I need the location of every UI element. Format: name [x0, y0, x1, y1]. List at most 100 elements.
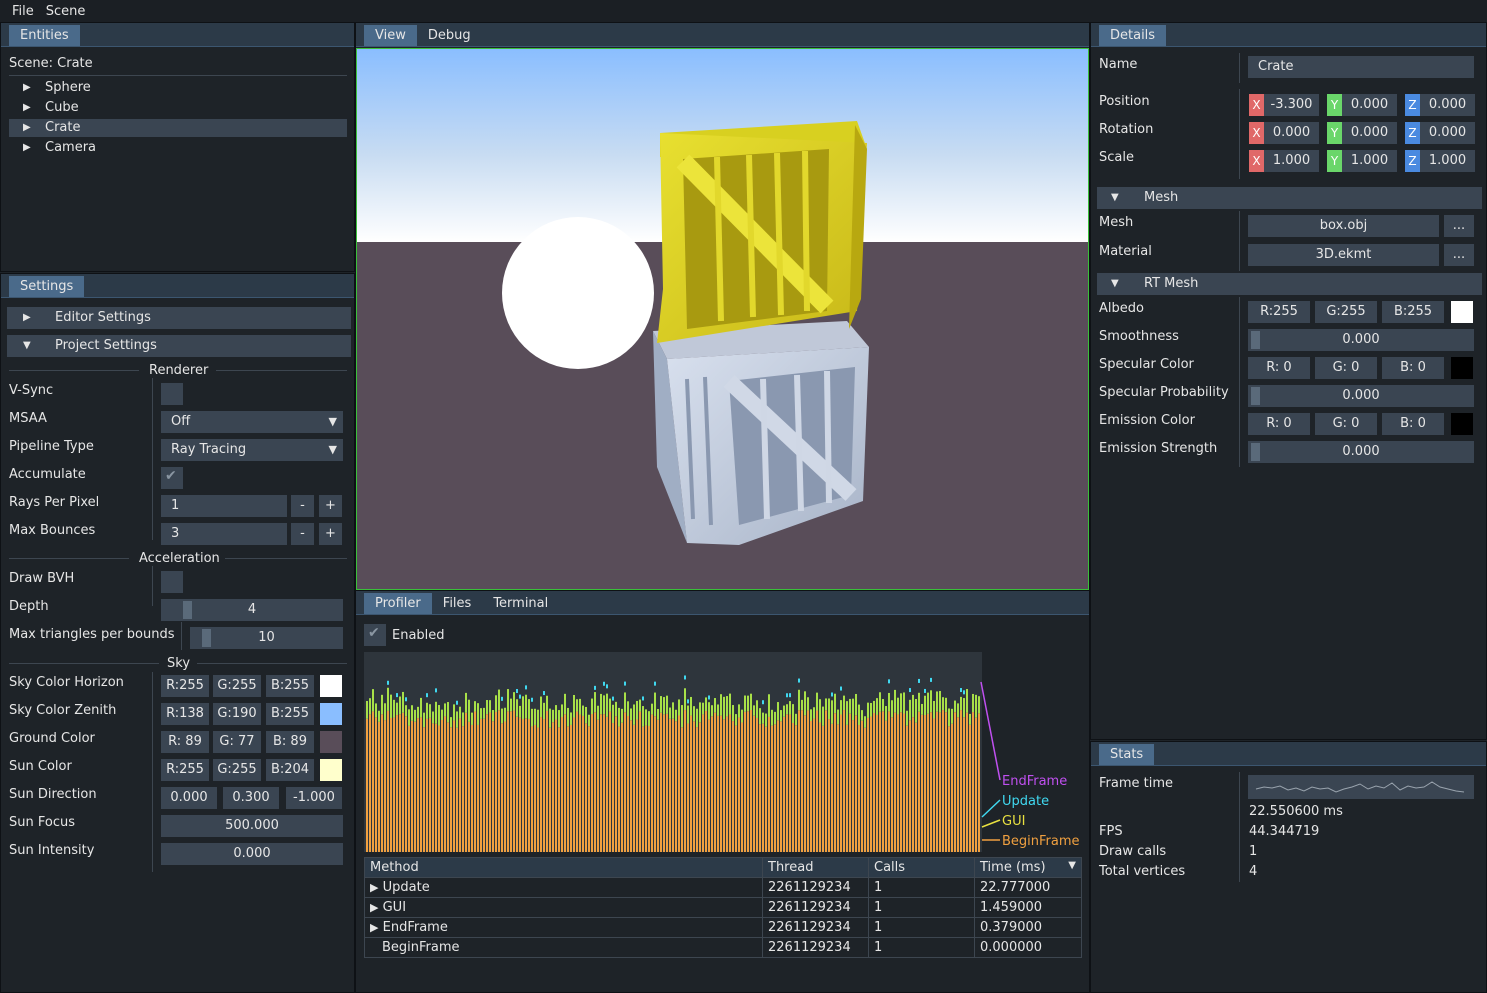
editor-settings-header[interactable]: ▶ Editor Settings [7, 307, 351, 329]
vsync-checkbox[interactable] [161, 383, 183, 405]
position-x[interactable]: -3.300 [1264, 94, 1319, 116]
bounces-plus-button[interactable]: + [319, 523, 342, 545]
albedo-swatch[interactable] [1451, 301, 1473, 323]
scale-y[interactable]: 1.000 [1342, 150, 1397, 172]
slider-grab[interactable] [183, 601, 192, 619]
position-z[interactable]: 0.000 [1420, 94, 1475, 116]
sun-intensity-input[interactable]: 0.000 [161, 843, 343, 865]
tree-item-sphere[interactable]: ▶ Sphere [9, 79, 347, 97]
mesh-input[interactable]: box.obj [1248, 215, 1439, 237]
spec-color-b[interactable]: B: 0 [1382, 357, 1444, 379]
menu-file[interactable]: File [6, 4, 40, 19]
spec-color-swatch[interactable] [1451, 357, 1473, 379]
emission-strength-slider[interactable]: 0.000 [1248, 441, 1474, 463]
tab-stats[interactable]: Stats [1099, 744, 1155, 765]
sky-zenith-r[interactable]: R:138 [161, 703, 209, 725]
sky-horizon-g[interactable]: G:255 [213, 675, 261, 697]
sky-zenith-swatch[interactable] [320, 703, 342, 725]
spec-color-r[interactable]: R: 0 [1248, 357, 1310, 379]
scene-viewport[interactable] [356, 48, 1089, 590]
tab-debug[interactable]: Debug [417, 25, 482, 46]
ground-g[interactable]: G: 77 [213, 731, 261, 753]
col-calls[interactable]: Calls [868, 857, 975, 878]
name-input[interactable]: Crate [1248, 56, 1474, 78]
table-row[interactable]: BeginFrame 2261129234 1 0.000000 [364, 937, 1082, 958]
depth-slider[interactable]: 4 [161, 599, 343, 621]
rays-minus-button[interactable]: - [291, 495, 314, 517]
slider-grab[interactable] [1251, 443, 1260, 461]
spec-color-g[interactable]: G: 0 [1315, 357, 1377, 379]
mesh-browse-button[interactable]: ... [1444, 215, 1474, 237]
tree-item-cube[interactable]: ▶ Cube [9, 99, 347, 117]
sky-horizon-swatch[interactable] [320, 675, 342, 697]
msaa-select[interactable]: Off ▼ [161, 411, 343, 433]
menu-scene[interactable]: Scene [40, 4, 92, 19]
maxtri-slider[interactable]: 10 [190, 627, 343, 649]
tab-terminal[interactable]: Terminal [482, 593, 559, 614]
bounces-input[interactable]: 3 [161, 523, 287, 545]
pipeline-select[interactable]: Ray Tracing ▼ [161, 439, 343, 461]
position-y[interactable]: 0.000 [1342, 94, 1397, 116]
rotation-x[interactable]: 0.000 [1264, 122, 1319, 144]
expand-icon[interactable]: ▶ [370, 921, 378, 934]
expand-icon[interactable]: ▶ [370, 901, 378, 914]
ground-r[interactable]: R: 89 [161, 731, 209, 753]
sun-dir-x[interactable]: 0.000 [161, 787, 217, 809]
ground-b[interactable]: B: 89 [266, 731, 314, 753]
emission-color-r[interactable]: R: 0 [1248, 413, 1310, 435]
emission-color-b[interactable]: B: 0 [1382, 413, 1444, 435]
tab-entities[interactable]: Entities [9, 25, 80, 46]
rays-plus-button[interactable]: + [319, 495, 342, 517]
material-input[interactable]: 3D.ekmt [1248, 244, 1439, 266]
sky-zenith-g[interactable]: G:190 [213, 703, 261, 725]
albedo-g[interactable]: G:255 [1315, 301, 1377, 323]
accumulate-checkbox[interactable]: ✔ [161, 467, 183, 489]
sun-color-r[interactable]: R:255 [161, 759, 209, 781]
albedo-r[interactable]: R:255 [1248, 301, 1310, 323]
ground-swatch[interactable] [320, 731, 342, 753]
rotation-z[interactable]: 0.000 [1420, 122, 1475, 144]
table-row[interactable]: ▶ EndFrame 2261129234 1 0.379000 [364, 917, 1082, 938]
slider-grab[interactable] [202, 629, 211, 647]
table-row[interactable]: ▶ GUI 2261129234 1 1.459000 [364, 897, 1082, 918]
drawbvh-checkbox[interactable] [161, 571, 183, 593]
tab-view[interactable]: View [364, 25, 417, 46]
tree-item-crate[interactable]: ▶ Crate [9, 119, 347, 137]
rtmesh-section-header[interactable]: ▼ RT Mesh [1097, 273, 1482, 295]
tab-details[interactable]: Details [1099, 25, 1167, 46]
spec-prob-slider[interactable]: 0.000 [1248, 385, 1474, 407]
tab-profiler[interactable]: Profiler [364, 593, 432, 614]
rotation-y[interactable]: 0.000 [1342, 122, 1397, 144]
expand-icon[interactable]: ▶ [370, 881, 378, 894]
scale-z[interactable]: 1.000 [1420, 150, 1475, 172]
tab-settings[interactable]: Settings [9, 276, 85, 297]
project-settings-header[interactable]: ▼ Project Settings [7, 335, 351, 357]
scale-x[interactable]: 1.000 [1264, 150, 1319, 172]
rays-input[interactable]: 1 [161, 495, 287, 517]
material-browse-button[interactable]: ... [1444, 244, 1474, 266]
sky-horizon-b[interactable]: B:255 [266, 675, 314, 697]
col-thread[interactable]: Thread [762, 857, 869, 878]
sun-focus-input[interactable]: 500.000 [161, 815, 343, 837]
sky-zenith-b[interactable]: B:255 [266, 703, 314, 725]
sky-horizon-r[interactable]: R:255 [161, 675, 209, 697]
col-method[interactable]: Method [364, 857, 763, 878]
table-row[interactable]: ▶ Update 2261129234 1 22.777000 [364, 877, 1082, 898]
sun-color-g[interactable]: G:255 [213, 759, 261, 781]
col-time[interactable]: Time (ms) ▼ [974, 857, 1082, 878]
slider-grab[interactable] [1251, 387, 1260, 405]
sun-color-b[interactable]: B:204 [266, 759, 314, 781]
mesh-section-header[interactable]: ▼ Mesh [1097, 187, 1482, 209]
enabled-checkbox[interactable]: ✔ [364, 624, 386, 646]
sun-color-swatch[interactable] [320, 759, 342, 781]
tab-files[interactable]: Files [432, 593, 483, 614]
emission-color-g[interactable]: G: 0 [1315, 413, 1377, 435]
emission-color-swatch[interactable] [1451, 413, 1473, 435]
albedo-b[interactable]: B:255 [1382, 301, 1444, 323]
sun-dir-y[interactable]: 0.300 [223, 787, 279, 809]
slider-grab[interactable] [1251, 331, 1260, 349]
sun-dir-z[interactable]: -1.000 [286, 787, 342, 809]
bounces-minus-button[interactable]: - [291, 523, 314, 545]
smoothness-slider[interactable]: 0.000 [1248, 329, 1474, 351]
tree-item-camera[interactable]: ▶ Camera [9, 139, 347, 157]
